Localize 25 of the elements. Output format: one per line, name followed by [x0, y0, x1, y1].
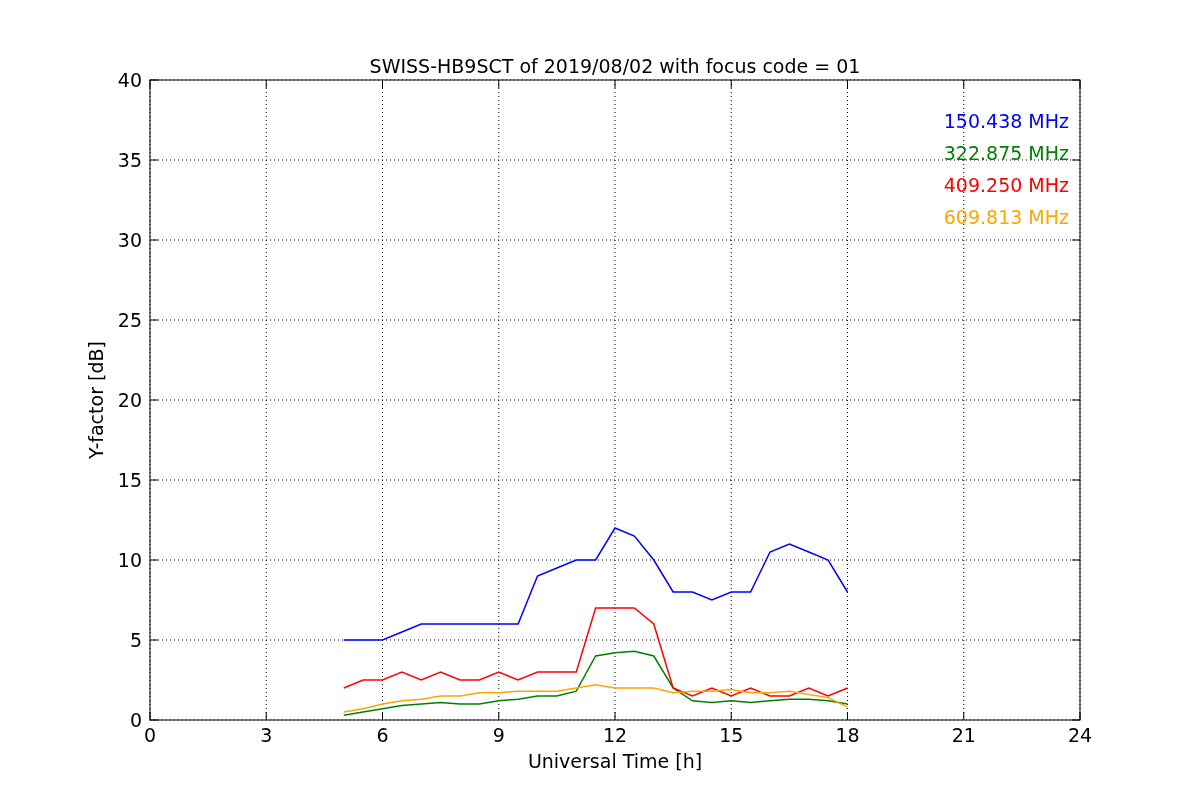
x-axis-label: Universal Time [h]: [527, 750, 703, 772]
y-tick-label: 20: [117, 389, 142, 411]
x-tick-label: 12: [602, 724, 628, 746]
x-tick-label: 6: [376, 724, 389, 746]
legend-label: 609.813 MHz: [943, 206, 1069, 228]
legend-label: 150.438 MHz: [943, 110, 1069, 132]
y-tick-label: 15: [117, 469, 142, 491]
legend-label: 322.875 MHz: [943, 142, 1069, 164]
y-tick-label: 30: [117, 229, 142, 251]
chart-title: SWISS-HB9SCT of 2019/08/02 with focus code = 01: [369, 55, 861, 77]
x-tick-label: 24: [1067, 724, 1093, 746]
legend-label: 409.250 MHz: [943, 174, 1069, 196]
x-tick-label: 0: [143, 724, 157, 746]
x-tick-label: 3: [260, 724, 273, 746]
y-tick-label: 10: [117, 549, 142, 571]
x-tick-label: 15: [719, 724, 744, 746]
y-axis-label: Y-factor [dB]: [85, 341, 107, 459]
y-tick-label: 0: [129, 709, 142, 731]
y-tick-label: 40: [117, 69, 142, 91]
x-tick-label: 18: [835, 724, 860, 746]
x-tick-label: 21: [951, 724, 976, 746]
y-tick-label: 35: [117, 149, 142, 171]
x-tick-label: 9: [492, 724, 505, 746]
y-tick-label: 5: [129, 629, 142, 651]
y-tick-label: 25: [117, 309, 142, 331]
